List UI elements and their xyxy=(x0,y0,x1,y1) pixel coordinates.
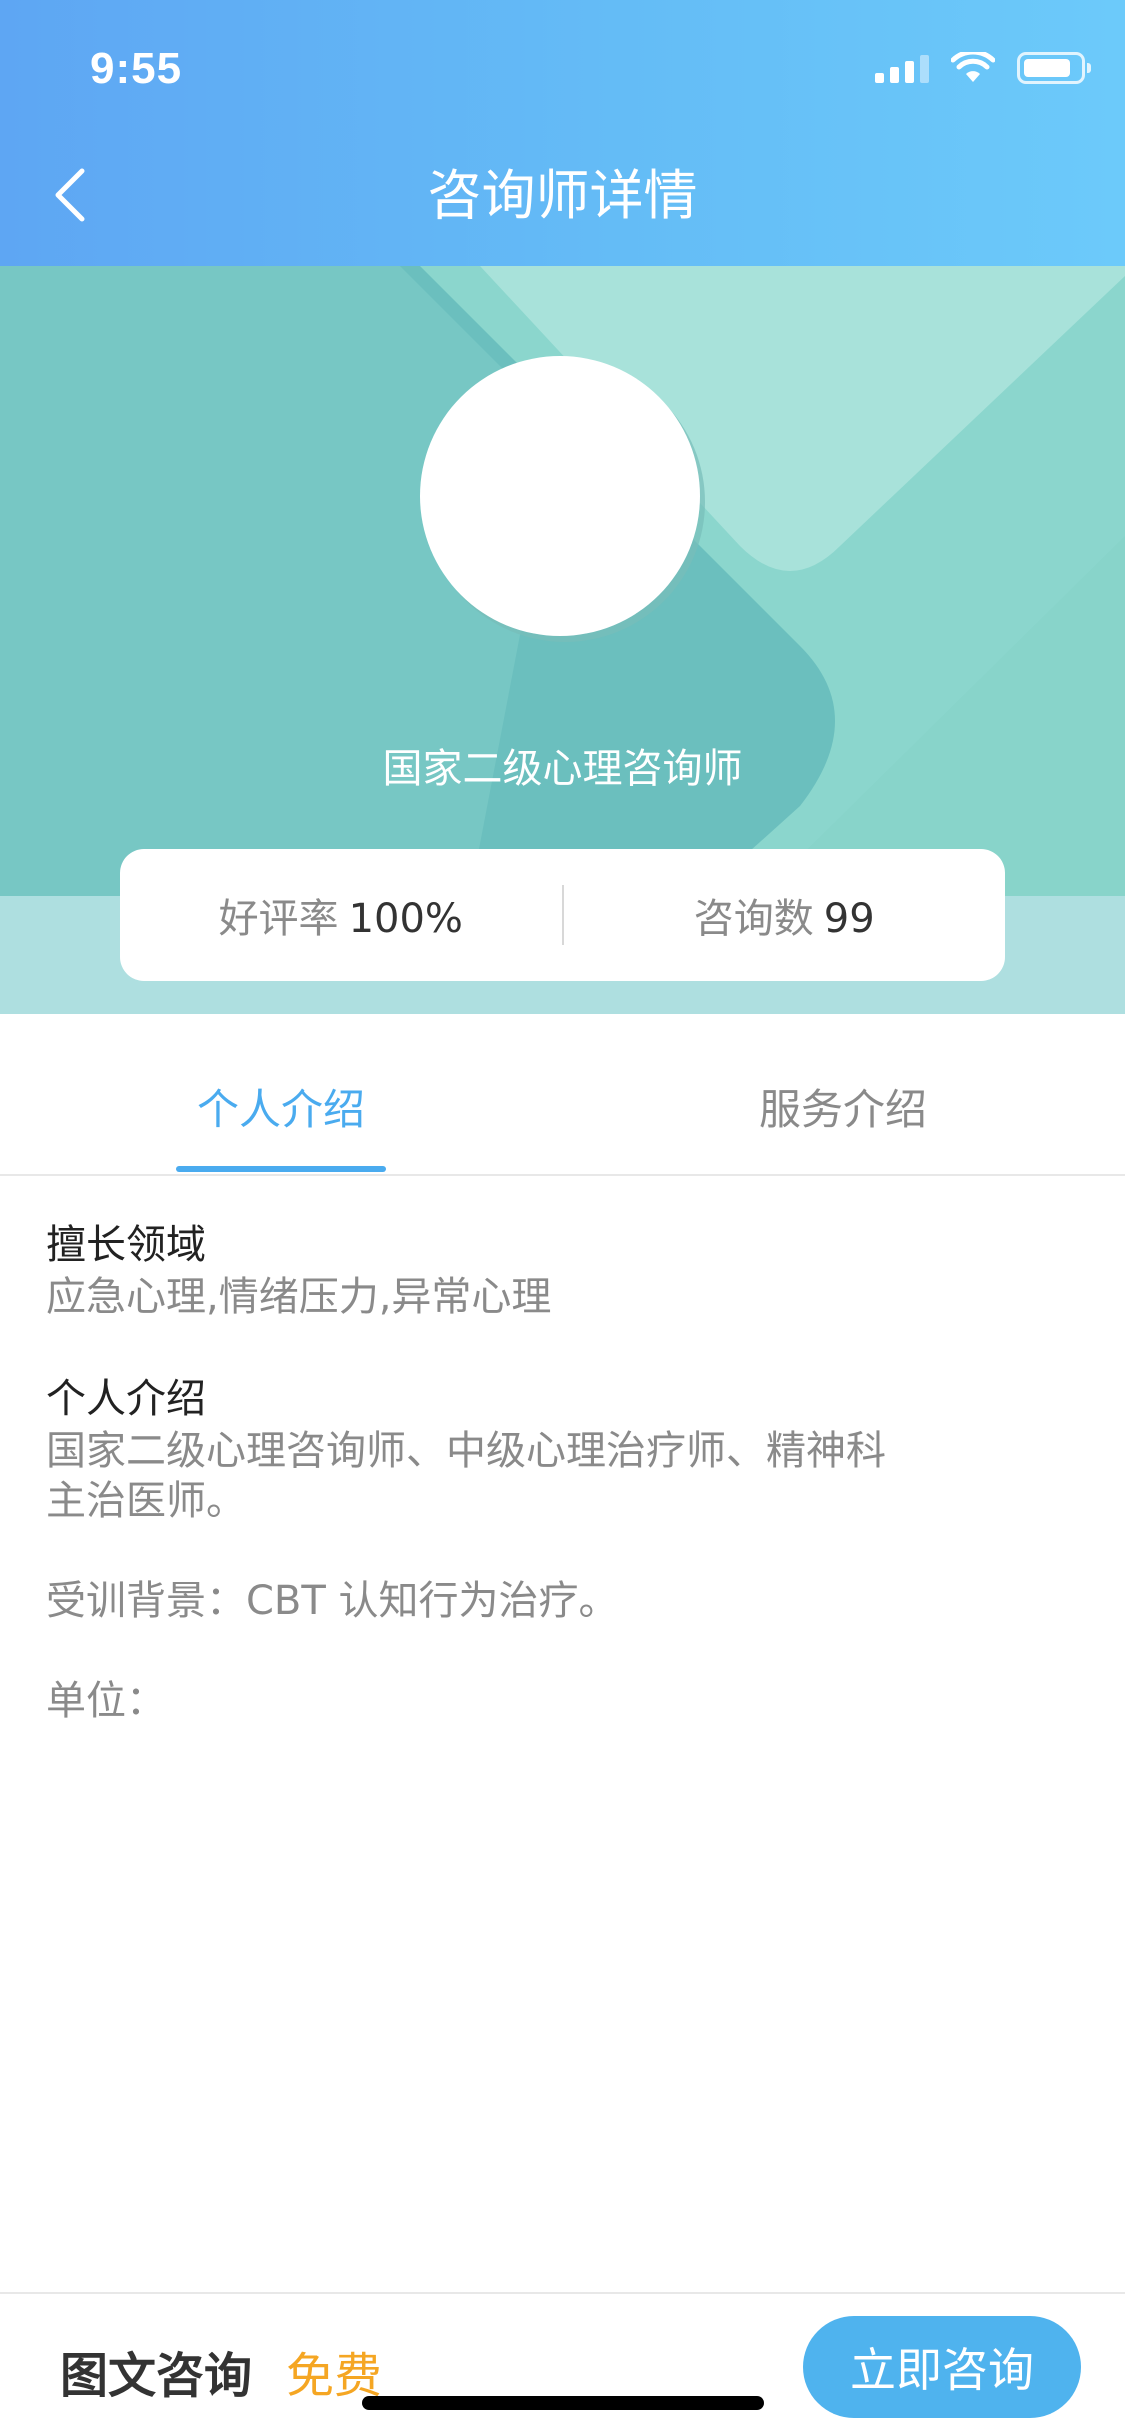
tab-service-intro[interactable]: 服务介绍 xyxy=(738,1082,948,1138)
specialty-heading: 擅长领域 xyxy=(46,1222,206,1268)
intro-heading: 个人介绍 xyxy=(46,1376,206,1422)
page-title: 咨询师详情 xyxy=(427,164,698,227)
battery-icon xyxy=(1017,52,1091,84)
status-time: 9:55 xyxy=(90,44,183,93)
status-icons xyxy=(875,52,1091,84)
consult-now-button[interactable]: 立即咨询 xyxy=(803,2316,1081,2418)
consult-count-label: 咨询数 xyxy=(693,896,814,942)
counselor-title: 国家二级心理咨询师 xyxy=(382,746,743,792)
stats-card: 好评率 100% 咨询数 99 xyxy=(120,849,1005,981)
cellular-signal-icon xyxy=(875,53,929,83)
counselor-hero: 国家二级心理咨询师 好评率 100% 咨询数 99 xyxy=(0,266,1125,1014)
tab-personal-intro[interactable]: 个人介绍 xyxy=(176,1082,386,1138)
profile-content: 擅长领域 应急心理,情绪压力,异常心理 个人介绍 国家二级心理咨询师、中级心理治… xyxy=(46,1218,986,1726)
consult-count-stat: 咨询数 99 xyxy=(564,886,1006,944)
unit-text: 单位： xyxy=(46,1678,166,1724)
training-text: 受训背景：CBT 认知行为治疗。 xyxy=(46,1578,619,1624)
bottom-action-bar: 图文咨询 免费 立即咨询 xyxy=(0,2292,1125,2436)
rating-value: 100% xyxy=(348,896,463,942)
intro-text-line1: 国家二级心理咨询师、中级心理治疗师、精神科 xyxy=(46,1428,886,1474)
service-type-label: 图文咨询 xyxy=(60,2348,253,2404)
rating-label: 好评率 xyxy=(218,896,339,942)
intro-text-line2: 主治医师。 xyxy=(46,1478,246,1524)
active-tab-indicator xyxy=(176,1166,386,1172)
wifi-icon xyxy=(951,52,995,82)
specialty-text: 应急心理,情绪压力,异常心理 xyxy=(46,1274,552,1320)
tab-bar: 个人介绍 服务介绍 xyxy=(0,1014,1125,1176)
avatar xyxy=(420,356,700,636)
home-indicator xyxy=(362,2396,764,2410)
navigation-header: 9:55 咨询师详情 xyxy=(0,0,1125,266)
rating-stat: 好评率 100% xyxy=(120,886,562,944)
consult-count-value: 99 xyxy=(823,896,875,942)
